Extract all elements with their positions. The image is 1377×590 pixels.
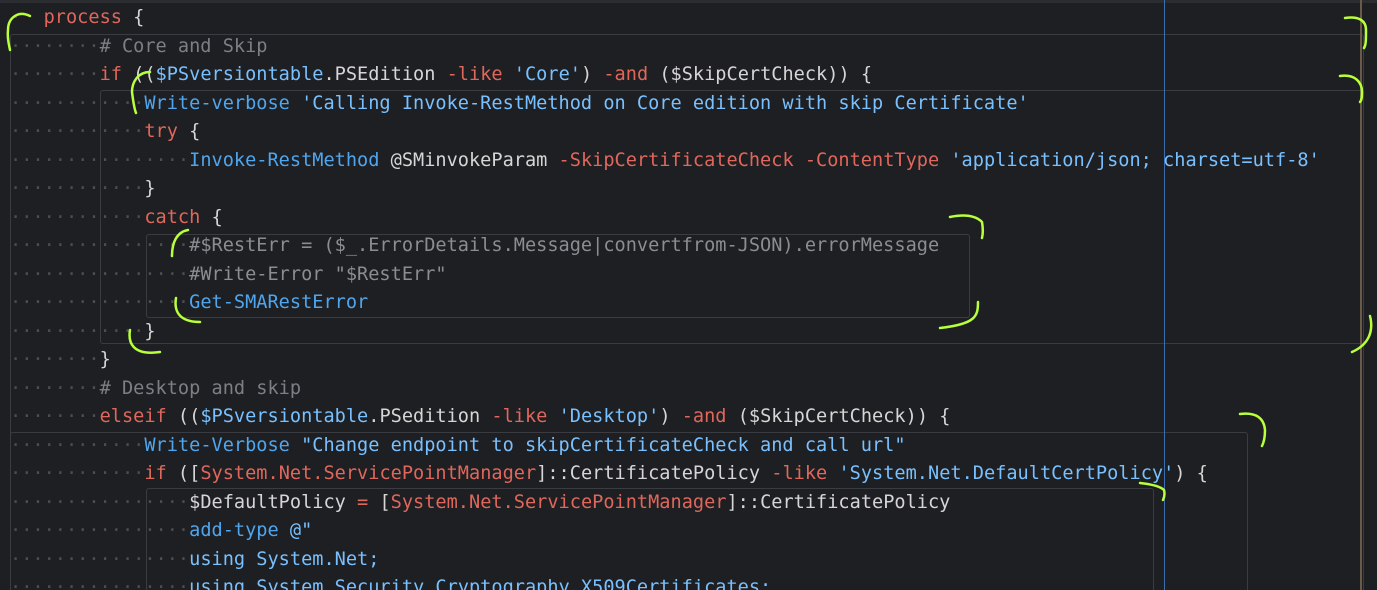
annotation-bracket-catch-close-bottom	[938, 300, 980, 330]
annotation-bracket-if-close-top	[1338, 74, 1364, 104]
annotation-bracket-catch-close-top	[948, 214, 984, 240]
annotation-bracket-catch-open	[170, 228, 190, 258]
handwritten-annotations	[6, 12, 1373, 502]
annotation-tick-mark	[1138, 481, 1166, 502]
annotation-bracket-catch-open-bottom	[174, 296, 202, 324]
annotation-bracket-if-close-bottom	[1350, 314, 1373, 354]
code-editor[interactable]: · process { ········# Core and Skip ····…	[0, 0, 1377, 590]
annotation-bracket-process-open	[6, 12, 32, 52]
annotation-bracket-if-open-bottom	[128, 328, 162, 354]
annotation-bracket-elseif-close	[1238, 412, 1267, 448]
annotation-bracket-if-open	[130, 70, 152, 115]
annotation-bracket-process-close	[1343, 16, 1368, 50]
